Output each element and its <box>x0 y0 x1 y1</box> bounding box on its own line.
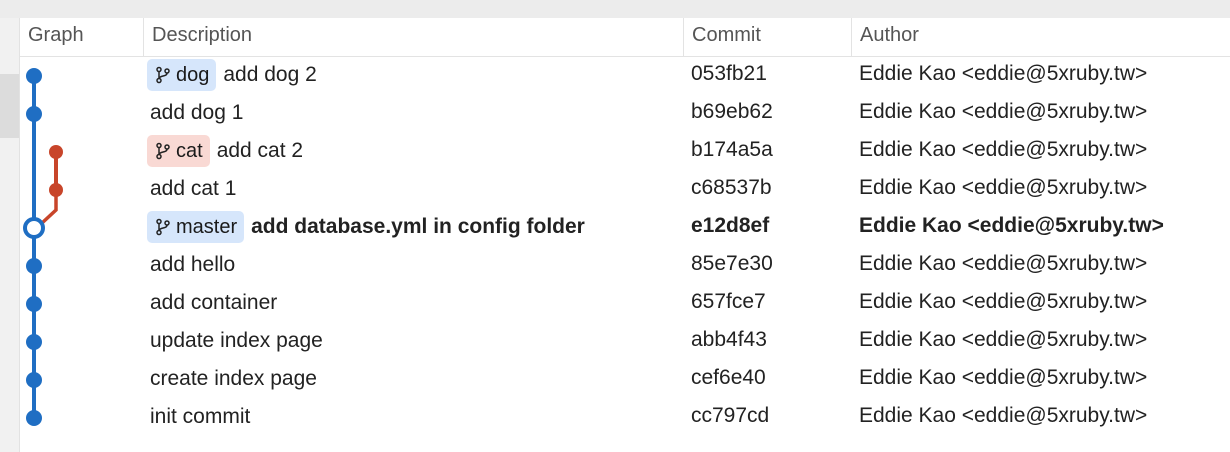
branch-icon <box>156 218 170 236</box>
commit-message: add dog 1 <box>150 101 244 124</box>
commit-author: Eddie Kao <eddie@5xruby.tw> <box>859 404 1148 427</box>
commit-description: cat add cat 2 <box>147 132 304 170</box>
commit-hash: 657fce7 <box>691 290 766 313</box>
commit-description: add cat 1 <box>150 170 236 208</box>
commit-author: Eddie Kao <eddie@5xruby.tw> <box>859 328 1148 351</box>
branch-tag-dog[interactable]: dog <box>147 59 217 91</box>
commit-row[interactable]: create index page cef6e40 Eddie Kao <eddie… <box>20 360 1230 398</box>
commit-row[interactable]: dog add dog 2 053fb21 Eddie Kao <eddie@5xru… <box>20 56 1230 94</box>
branch-icon <box>156 66 170 84</box>
commit-description: master add database.yml in config folder <box>147 208 585 246</box>
commit-message: add database.yml in config folder <box>251 215 585 238</box>
commit-message: create index page <box>150 367 317 390</box>
column-header-description[interactable]: Description <box>143 18 683 56</box>
commit-row[interactable]: cat add cat 2 b174a5a Eddie Kao <eddie@5xru… <box>20 132 1230 170</box>
commit-author: Eddie Kao <eddie@5xruby.tw> <box>859 252 1148 275</box>
commit-hash: e12d8ef <box>691 214 770 237</box>
branch-tag-label: cat <box>176 140 203 162</box>
commit-hash: abb4f43 <box>691 328 767 351</box>
commit-description: init commit <box>150 398 250 436</box>
commit-author: Eddie Kao <eddie@5xruby.tw> <box>859 138 1148 161</box>
column-header-commit[interactable]: Commit <box>683 18 851 56</box>
commit-message: add dog 2 <box>223 63 317 86</box>
commit-author: Eddie Kao <eddie@5xruby.tw> <box>859 62 1148 85</box>
commit-author: Eddie Kao <eddie@5xruby.tw> <box>859 176 1148 199</box>
column-header: Graph Description Commit Author <box>20 18 1230 57</box>
column-header-graph[interactable]: Graph <box>20 18 142 56</box>
commit-row[interactable]: add dog 1 b69eb62 Eddie Kao <eddie@5xruby.… <box>20 94 1230 132</box>
column-header-author[interactable]: Author <box>851 18 1230 56</box>
commit-row[interactable]: add container 657fce7 Eddie Kao <eddie@5xr… <box>20 284 1230 322</box>
sidebar-edge <box>0 18 20 452</box>
branch-tag-master[interactable]: master <box>147 211 245 243</box>
commit-message: add cat 1 <box>150 177 237 200</box>
commit-description: add dog 1 <box>150 94 243 132</box>
commit-hash: 85e7e30 <box>691 252 773 275</box>
branch-tag-cat[interactable]: cat <box>147 135 210 167</box>
commit-hash: 053fb21 <box>691 62 767 85</box>
commit-description: dog add dog 2 <box>147 56 317 94</box>
commit-description: update index page <box>150 322 323 360</box>
commit-author: Eddie Kao <eddie@5xruby.tw> <box>859 214 1164 237</box>
commit-row[interactable]: master add database.yml in config folder e… <box>20 208 1230 246</box>
commit-row[interactable]: update index page abb4f43 Eddie Kao <eddie… <box>20 322 1230 360</box>
commit-description: create index page <box>150 360 317 398</box>
commit-author: Eddie Kao <eddie@5xruby.tw> <box>859 290 1148 313</box>
commit-hash: b69eb62 <box>691 100 773 123</box>
commit-author: Eddie Kao <eddie@5xruby.tw> <box>859 100 1148 123</box>
commit-hash: b174a5a <box>691 138 773 161</box>
commit-row[interactable]: add cat 1 c68537b Eddie Kao <eddie@5xruby.… <box>20 170 1230 208</box>
branch-tag-label: master <box>176 216 238 238</box>
commit-hash: c68537b <box>691 176 772 199</box>
commit-message: add cat 2 <box>216 139 304 162</box>
title-bar <box>0 0 1230 18</box>
branch-icon <box>156 142 170 160</box>
branch-tag-label: dog <box>176 64 210 86</box>
commit-row[interactable]: add hello 85e7e30 Eddie Kao <eddie@5xruby.… <box>20 246 1230 284</box>
commit-message: add hello <box>150 253 236 276</box>
commit-description: add container <box>150 284 277 322</box>
commit-hash: cc797cd <box>691 404 770 427</box>
commit-message: init commit <box>150 405 251 428</box>
sidebar-selection <box>0 74 19 138</box>
commit-author: Eddie Kao <eddie@5xruby.tw> <box>859 366 1148 389</box>
commit-row[interactable]: init commit cc797cd Eddie Kao <eddie@5xrub… <box>20 398 1230 436</box>
commit-hash: cef6e40 <box>691 366 766 389</box>
commit-description: add hello <box>150 246 235 284</box>
commit-message: update index page <box>150 329 323 352</box>
commit-message: add container <box>150 291 278 314</box>
